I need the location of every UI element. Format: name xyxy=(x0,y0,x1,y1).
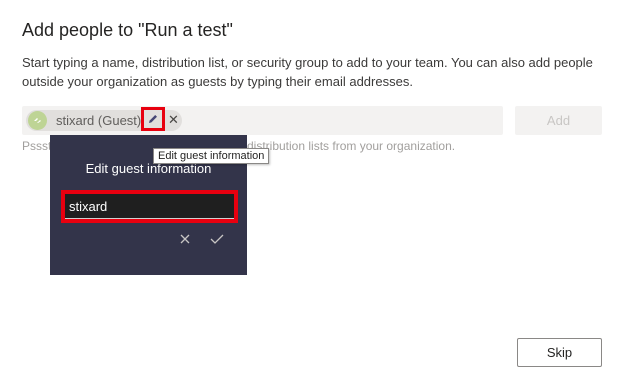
add-button[interactable]: Add xyxy=(515,106,602,135)
close-icon[interactable] xyxy=(178,232,192,246)
checkmark-icon[interactable] xyxy=(209,232,225,246)
guest-chip[interactable]: stixard (Guest) ✕ xyxy=(26,107,182,131)
avatar xyxy=(28,111,47,130)
skip-button[interactable]: Skip xyxy=(517,338,602,367)
people-picker-input[interactable]: stixard (Guest) ✕ xyxy=(22,106,503,135)
guest-name-input[interactable] xyxy=(65,194,234,219)
remove-chip-icon[interactable]: ✕ xyxy=(168,112,179,128)
guest-avatar-icon xyxy=(34,118,41,123)
edit-guest-tooltip: Edit guest information xyxy=(153,148,270,164)
guest-chip-name: stixard (Guest) xyxy=(56,113,142,128)
guest-name-field xyxy=(61,190,238,223)
pencil-icon[interactable] xyxy=(141,107,165,131)
hint-text-end: distribution lists from your organizatio… xyxy=(247,139,456,153)
dialog-title: Add people to "Run a test" xyxy=(22,20,233,40)
dialog-description: Start typing a name, distribution list, … xyxy=(22,55,593,89)
hint-text-start: Pssst xyxy=(22,139,52,153)
